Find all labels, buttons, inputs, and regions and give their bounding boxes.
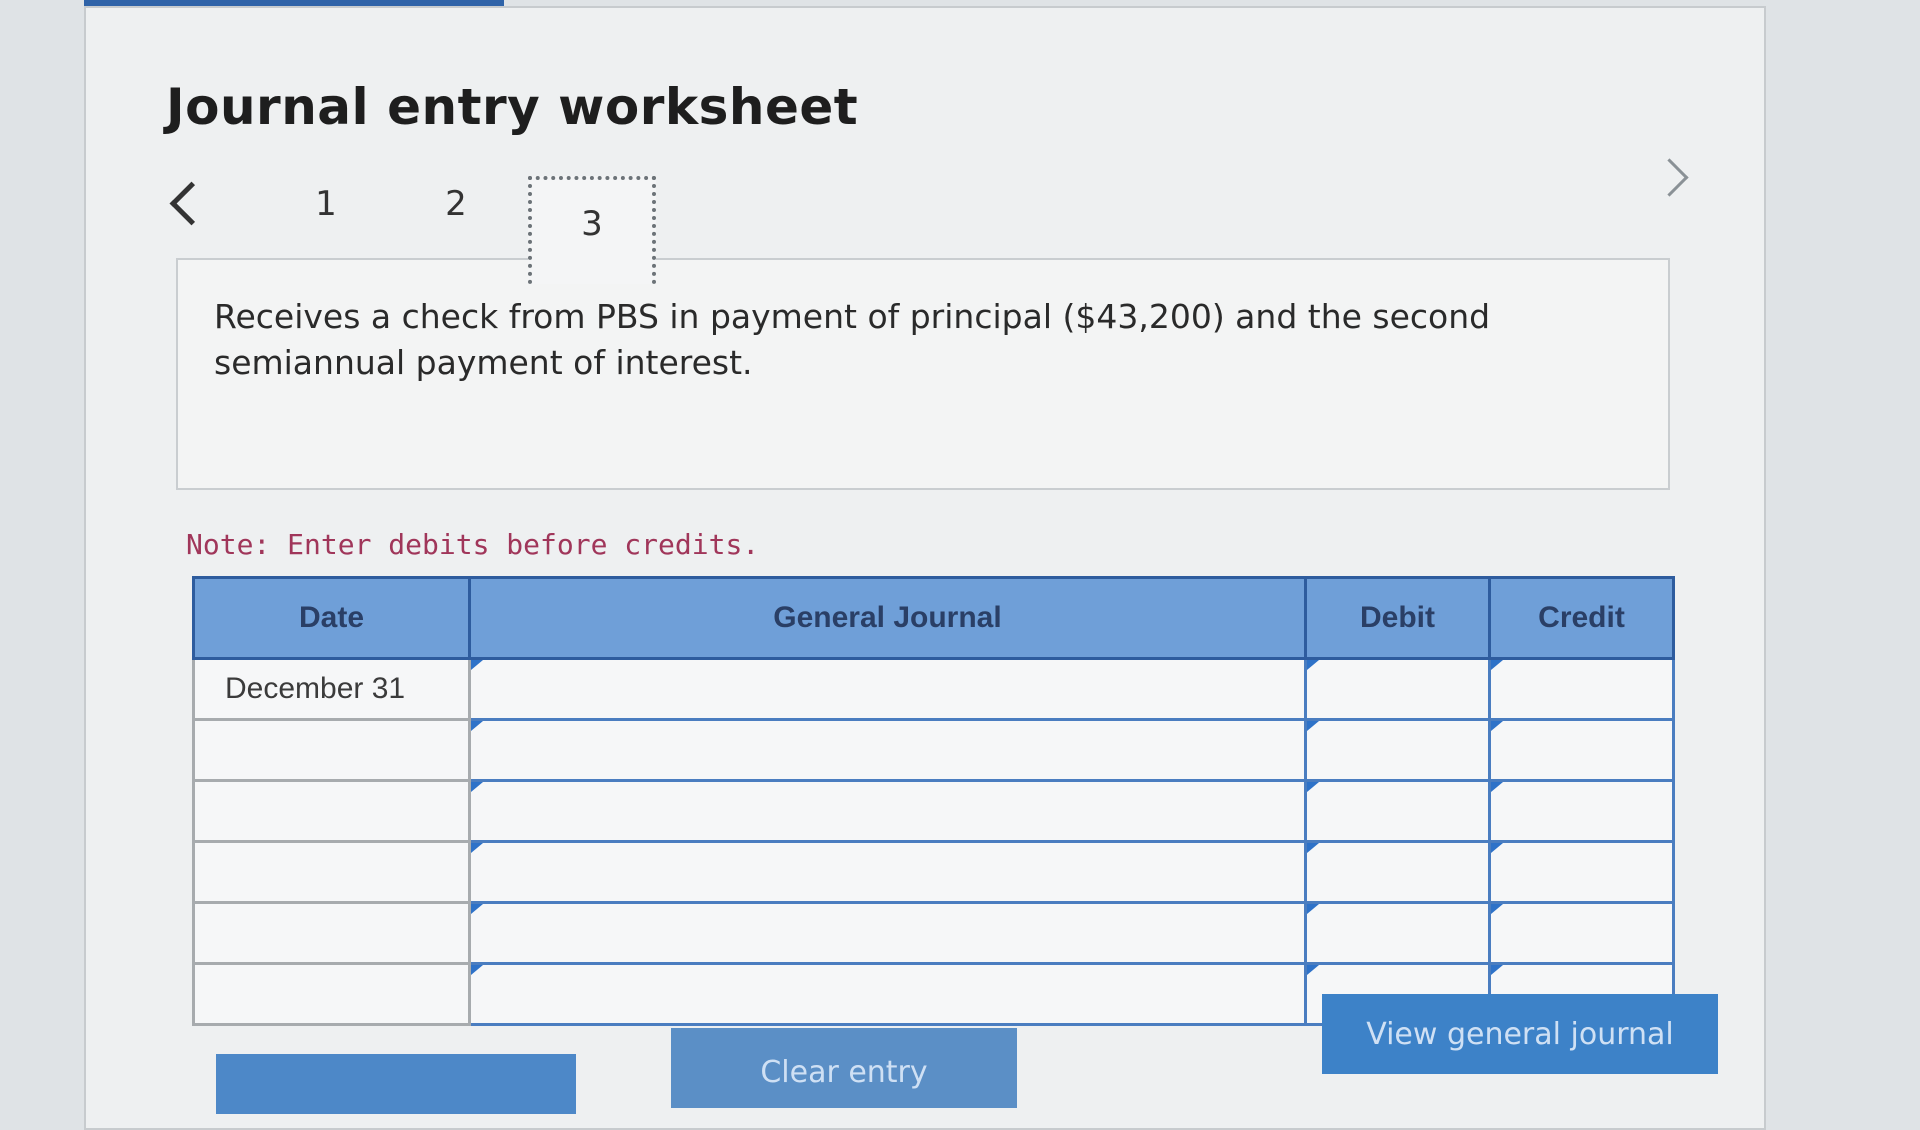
triangle-marker-icon	[1491, 843, 1503, 853]
header-general-journal: General Journal	[468, 576, 1307, 660]
triangle-marker-icon	[1491, 782, 1503, 792]
chevron-left-icon[interactable]	[169, 181, 214, 226]
triangle-marker-icon	[471, 904, 483, 914]
date-cell[interactable]	[192, 962, 471, 1026]
date-cell[interactable]	[192, 718, 471, 782]
view-general-journal-button[interactable]: View general journal	[1322, 994, 1718, 1074]
journal-entry-table: Date General Journal Debit Credit Decemb…	[192, 576, 1675, 1026]
table-row: December 31	[192, 657, 1675, 721]
debit-cell[interactable]	[1304, 657, 1491, 721]
account-cell[interactable]	[468, 962, 1307, 1026]
triangle-marker-icon	[471, 660, 483, 670]
debit-cell[interactable]	[1304, 901, 1491, 965]
date-cell[interactable]: December 31	[192, 657, 471, 721]
debit-cell[interactable]	[1304, 840, 1491, 904]
triangle-marker-icon	[1491, 721, 1503, 731]
account-cell[interactable]	[468, 779, 1307, 843]
record-entry-button[interactable]	[216, 1054, 576, 1114]
credit-cell[interactable]	[1488, 840, 1675, 904]
account-cell[interactable]	[468, 718, 1307, 782]
worksheet-title: Journal entry worksheet	[166, 78, 859, 136]
step-tab-3-active[interactable]: 3	[528, 176, 656, 284]
triangle-marker-icon	[1307, 660, 1319, 670]
table-header-row: Date General Journal Debit Credit	[192, 576, 1675, 660]
table-row	[192, 901, 1675, 965]
credit-cell[interactable]	[1488, 779, 1675, 843]
triangle-marker-icon	[1307, 904, 1319, 914]
transaction-description: Receives a check from PBS in payment of …	[214, 297, 1491, 382]
credit-cell[interactable]	[1488, 901, 1675, 965]
account-cell[interactable]	[468, 657, 1307, 721]
triangle-marker-icon	[471, 721, 483, 731]
triangle-marker-icon	[1491, 965, 1503, 975]
triangle-marker-icon	[1491, 904, 1503, 914]
entry-note: Note: Enter debits before credits.	[186, 528, 760, 561]
worksheet-panel: Journal entry worksheet 1 2 3 Receives a…	[84, 6, 1766, 1130]
triangle-marker-icon	[1307, 965, 1319, 975]
header-credit: Credit	[1488, 576, 1675, 660]
credit-cell[interactable]	[1488, 718, 1675, 782]
credit-cell[interactable]	[1488, 657, 1675, 721]
header-debit: Debit	[1304, 576, 1491, 660]
triangle-marker-icon	[471, 843, 483, 853]
date-cell[interactable]	[192, 779, 471, 843]
chevron-right-icon[interactable]	[1650, 158, 1689, 197]
account-cell[interactable]	[468, 840, 1307, 904]
table-row	[192, 840, 1675, 904]
triangle-marker-icon	[471, 965, 483, 975]
table-row	[192, 779, 1675, 843]
triangle-marker-icon	[1491, 660, 1503, 670]
transaction-description-box: Receives a check from PBS in payment of …	[176, 258, 1670, 490]
step-tab-1[interactable]: 1	[286, 184, 366, 224]
triangle-marker-icon	[1307, 721, 1319, 731]
step-tab-2[interactable]: 2	[416, 184, 496, 224]
triangle-marker-icon	[1307, 782, 1319, 792]
table-row	[192, 718, 1675, 782]
date-cell[interactable]	[192, 840, 471, 904]
clear-entry-button[interactable]: Clear entry	[671, 1028, 1017, 1108]
triangle-marker-icon	[1307, 843, 1319, 853]
date-cell[interactable]	[192, 901, 471, 965]
header-date: Date	[192, 576, 471, 660]
debit-cell[interactable]	[1304, 718, 1491, 782]
account-cell[interactable]	[468, 901, 1307, 965]
triangle-marker-icon	[471, 782, 483, 792]
debit-cell[interactable]	[1304, 779, 1491, 843]
